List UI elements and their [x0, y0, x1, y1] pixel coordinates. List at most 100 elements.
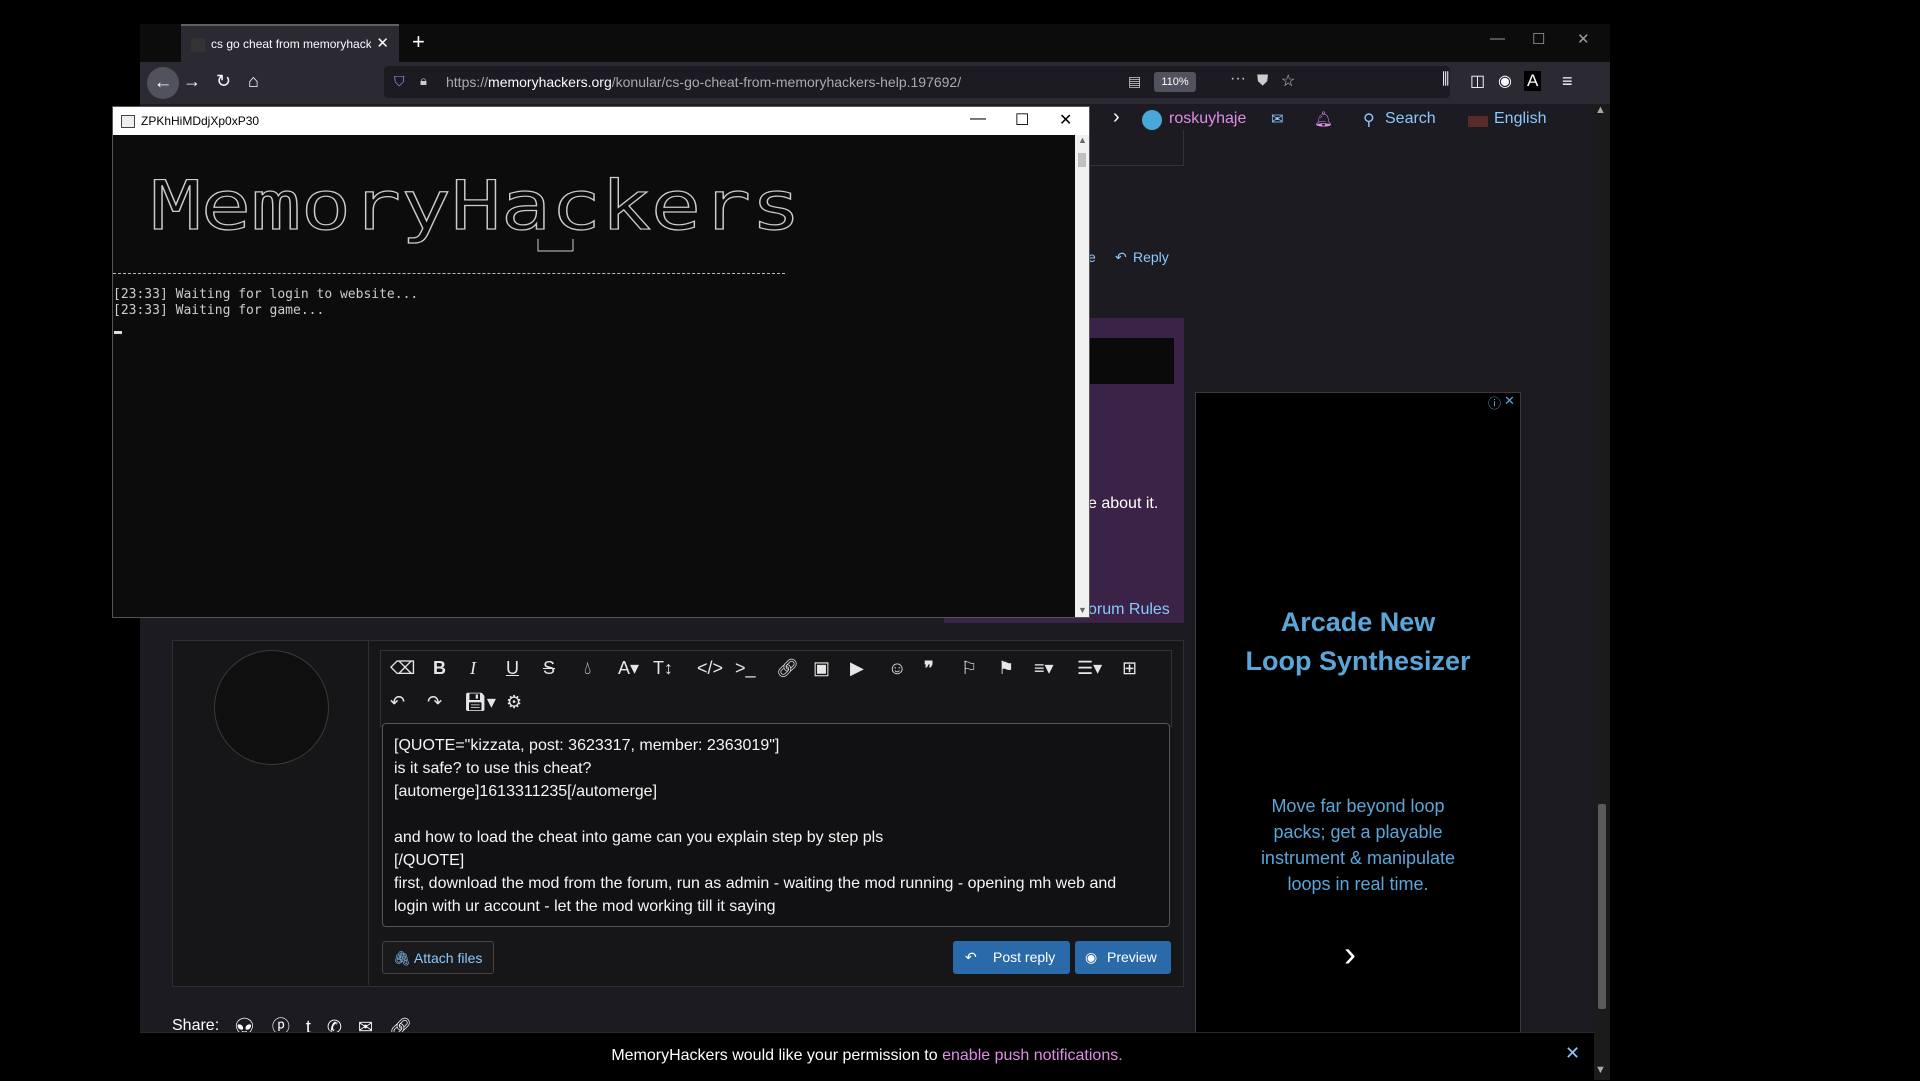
url-prefix: https://	[446, 74, 489, 90]
inbox-icon[interactable]: ✉	[1271, 110, 1284, 128]
table-icon[interactable]: ⊞	[1122, 658, 1137, 679]
maximize-icon[interactable]: ☐	[1532, 30, 1545, 48]
scroll-up-icon[interactable]: ▲	[1595, 104, 1606, 116]
menu-icon[interactable]: ≡	[1562, 71, 1573, 92]
reply-icon[interactable]: ↶	[1115, 249, 1127, 266]
link-icon[interactable]: 🔗︎	[776, 658, 799, 679]
preview-button[interactable]: ◉ Preview	[1075, 941, 1171, 974]
undo-icon[interactable]: ↶	[390, 692, 405, 713]
message-editor[interactable]: [QUOTE="kizzata, post: 3623317, member: …	[382, 723, 1170, 927]
console-title: ZPKhHiMDdjXp0xP30	[141, 114, 260, 128]
bold-icon[interactable]: B	[433, 658, 446, 679]
library-icon[interactable]: ⫼	[1442, 71, 1449, 89]
checkered-flag-icon[interactable]: ⚑	[998, 658, 1014, 679]
attach-files-button[interactable]: 🖇︎ Attach files	[382, 941, 494, 974]
forum-rules-link[interactable]: orum Rules	[1088, 601, 1170, 619]
reply-link[interactable]: Reply	[1133, 249, 1169, 265]
ad-title[interactable]: Arcade New Loop Synthesizer	[1196, 603, 1520, 681]
list-icon[interactable]: ☰▾	[1077, 658, 1102, 679]
clear-format-icon[interactable]: ⌫	[390, 658, 415, 679]
minimize-icon[interactable]: —	[1490, 30, 1505, 47]
font-family-icon[interactable]: A▾	[618, 658, 639, 679]
enable-notifications-link[interactable]: enable push notifications.	[942, 1047, 1123, 1064]
tab-title: cs go cheat from memoryhack	[211, 37, 371, 51]
new-tab-icon[interactable]: +	[412, 29, 425, 55]
console-separator	[113, 273, 785, 274]
console-close-icon[interactable]: ✕	[1059, 110, 1072, 130]
lock-icon[interactable]: 🔒︎	[420, 73, 427, 89]
console-titlebar[interactable]: ZPKhHiMDdjXp0xP30 — ☐ ✕	[113, 107, 1089, 135]
username-link[interactable]: roskuyhaje	[1169, 110, 1246, 128]
quote-icon[interactable]: ❞	[924, 658, 934, 679]
sidebar-icon[interactable]: ◫	[1470, 71, 1485, 91]
extension-icon[interactable]: A	[1524, 71, 1542, 91]
strikethrough-icon[interactable]: S	[543, 658, 555, 679]
console-log-line: [23:33] Waiting for game...	[113, 303, 325, 318]
editor-line: [/QUOTE]	[394, 852, 465, 869]
close-window-icon[interactable]: ✕	[1577, 30, 1590, 48]
url-host: memoryhackers.org	[488, 74, 612, 90]
search-link[interactable]: Search	[1385, 110, 1436, 128]
scroll-down-icon[interactable]: ▼	[1595, 1064, 1606, 1076]
ad-panel[interactable]: ⓘ ✕ Arcade New Loop Synthesizer Move far…	[1195, 392, 1521, 1034]
code-inline-icon[interactable]: </>	[697, 658, 723, 679]
post-reply-label: Post reply	[993, 949, 1056, 965]
underline-icon[interactable]: U	[506, 658, 519, 679]
console-scrollbar-thumb[interactable]	[1078, 153, 1086, 167]
italic-icon[interactable]: I	[470, 658, 476, 679]
settings-gear-icon[interactable]: ⚙	[506, 692, 522, 713]
console-maximize-icon[interactable]: ☐	[1015, 110, 1029, 130]
forward-icon[interactable]: →	[183, 71, 201, 92]
ad-title-line: Loop Synthesizer	[1245, 646, 1471, 676]
console-scroll-up-icon[interactable]: ▲	[1078, 135, 1087, 145]
page-actions-icon[interactable]: ···	[1230, 70, 1246, 88]
pocket-icon[interactable]: ⛊	[1257, 72, 1268, 89]
editor-line: and how to load the cheat into game can …	[394, 829, 884, 846]
console-minimize-icon[interactable]: —	[970, 110, 986, 128]
color-icon[interactable]: 💧︎	[584, 658, 591, 679]
align-icon[interactable]: ≡▾	[1034, 658, 1054, 679]
url-path: /konular/cs-go-cheat-from-memoryhackers-…	[611, 74, 962, 90]
console-scrollbar[interactable]	[1075, 135, 1089, 617]
home-icon[interactable]: ⌂	[248, 71, 259, 92]
url-bar[interactable]: ⛉ 🔒︎ https://memoryhackers.org/konular/c…	[384, 66, 1450, 98]
paperclip-icon: 🖇︎	[393, 950, 414, 966]
zoom-level[interactable]: 110%	[1154, 72, 1196, 92]
console-output[interactable]: MemoryHackers [23:33] Waiting for login …	[113, 135, 1075, 617]
back-icon[interactable]: ←	[147, 67, 179, 99]
flag-icon[interactable]: ⚐	[961, 658, 977, 679]
editor-line: login with ur account - let the mod work…	[394, 898, 776, 915]
eye-icon: ◉	[1085, 949, 1098, 965]
shield-icon[interactable]: ⛉	[394, 73, 405, 90]
avatar[interactable]	[1142, 110, 1162, 130]
reader-view-icon[interactable]: ▤	[1128, 73, 1141, 90]
ad-close-icon[interactable]: ✕	[1504, 393, 1515, 409]
console-scroll-down-icon[interactable]: ▼	[1078, 605, 1087, 615]
url-text[interactable]: https://memoryhackers.org/konular/cs-go-…	[446, 74, 961, 90]
account-icon[interactable]: ◉	[1498, 71, 1512, 91]
tab-active[interactable]: cs go cheat from memoryhack ✕	[181, 24, 399, 62]
post-reply-button[interactable]: ↶ Post reply	[953, 941, 1070, 974]
drafts-icon[interactable]: 💾︎▾	[464, 692, 496, 713]
ad-next-arrow-icon[interactable]: ›	[1344, 933, 1356, 975]
redo-icon[interactable]: ↷	[427, 692, 442, 713]
video-icon[interactable]: ▶	[850, 658, 864, 679]
notification-close-icon[interactable]: ✕	[1565, 1043, 1580, 1064]
reply-arrow-icon: ↶	[965, 949, 977, 965]
close-tab-icon[interactable]: ✕	[376, 34, 389, 52]
bookmark-star-icon[interactable]: ☆	[1281, 71, 1295, 91]
code-block-icon[interactable]: >_	[735, 658, 756, 679]
font-size-icon[interactable]: T↕	[653, 658, 673, 679]
reload-icon[interactable]: ↻	[216, 71, 231, 92]
ad-info-icon[interactable]: ⓘ	[1488, 393, 1501, 412]
smiley-icon[interactable]: ☺	[888, 658, 906, 679]
page-scrollbar-thumb[interactable]	[1598, 804, 1606, 1009]
image-icon[interactable]: ▣	[813, 658, 830, 679]
chevron-right-icon[interactable]: ›	[1113, 106, 1120, 129]
language-link[interactable]: English	[1494, 110, 1546, 128]
bell-icon[interactable]: 🔔︎	[1314, 110, 1333, 128]
ad-body: Move far beyond loop packs; get a playab…	[1260, 796, 1456, 894]
console-window[interactable]: ZPKhHiMDdjXp0xP30 — ☐ ✕ MemoryHackers [2…	[112, 106, 1090, 618]
search-icon[interactable]: ⚲	[1363, 110, 1375, 130]
attach-files-label: Attach files	[413, 950, 483, 966]
